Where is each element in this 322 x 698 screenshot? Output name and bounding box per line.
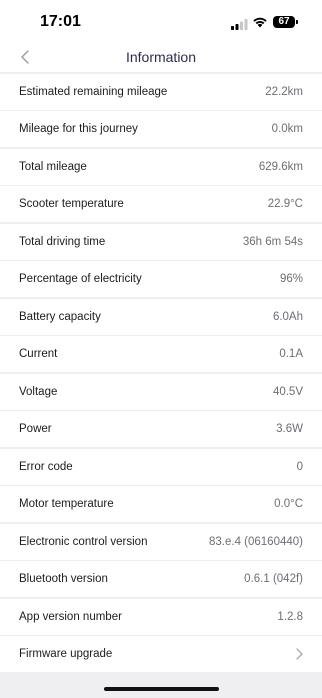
- row-label: Bluetooth version: [19, 573, 108, 585]
- row-total-driving-time: Total driving time 36h 6m 54s: [0, 223, 322, 260]
- info-list: Estimated remaining mileage 22.2km Milea…: [0, 72, 322, 672]
- battery-tip: [296, 20, 298, 24]
- row-total-mileage: Total mileage 629.6km: [0, 148, 322, 185]
- row-percentage-of-electricity: Percentage of electricity 96%: [0, 261, 322, 297]
- row-label: Estimated remaining mileage: [19, 85, 168, 98]
- wifi-icon: [252, 15, 268, 33]
- row-electronic-control-version: Electronic control version 83.e.4 (06160…: [0, 523, 322, 560]
- row-error-code: Error code 0: [0, 448, 322, 485]
- row-value: 83.e.4 (06160440): [209, 535, 303, 548]
- row-label: Error code: [19, 460, 73, 473]
- chevron-right-icon: [296, 648, 303, 660]
- row-label: Firmware upgrade: [19, 648, 113, 660]
- row-battery-capacity: Battery capacity 6.0Ah: [0, 298, 322, 335]
- home-indicator: [104, 687, 219, 691]
- row-value: 0.0km: [271, 123, 303, 135]
- row-value: 629.6km: [258, 160, 303, 173]
- row-label: Voltage: [19, 385, 58, 398]
- row-value: 3.6W: [276, 423, 303, 435]
- row-estimated-remaining-mileage: Estimated remaining mileage 22.2km: [0, 73, 322, 110]
- row-value: 40.5V: [272, 385, 303, 398]
- row-mileage-for-this-journey: Mileage for this journey 0.0km: [0, 111, 322, 147]
- row-voltage: Voltage 40.5V: [0, 373, 322, 410]
- row-value: 0: [296, 460, 303, 473]
- status-time: 17:01: [40, 13, 81, 30]
- page-title: Information: [125, 49, 197, 65]
- row-value: 0.0°C: [274, 498, 303, 510]
- row-firmware-upgrade[interactable]: Firmware upgrade: [0, 636, 322, 672]
- row-value: 0.1A: [279, 348, 303, 360]
- row-power: Power 3.6W: [0, 411, 322, 447]
- status-bar: 17:01 67: [0, 0, 322, 44]
- row-app-version-number: App version number 1.2.8: [0, 598, 322, 635]
- battery-icon: 67: [273, 16, 295, 28]
- row-value: 22.2km: [265, 85, 303, 98]
- row-value: 36h 6m 54s: [242, 235, 303, 248]
- row-label: Battery capacity: [19, 310, 101, 323]
- row-value: 6.0Ah: [272, 310, 303, 323]
- navigation-bar: Information: [0, 44, 322, 72]
- cellular-signal-icon: [231, 17, 248, 35]
- row-value: 0.6.1 (042f): [244, 573, 303, 585]
- row-label: Current: [19, 348, 58, 360]
- row-scooter-temperature: Scooter temperature 22.9°C: [0, 186, 322, 222]
- row-label: Scooter temperature: [19, 198, 124, 210]
- row-motor-temperature: Motor temperature 0.0°C: [0, 486, 322, 522]
- row-label: Power: [19, 423, 52, 435]
- row-label: Percentage of electricity: [19, 273, 142, 285]
- row-value: 1.2.8: [277, 610, 303, 623]
- row-label: Total mileage: [19, 160, 87, 173]
- row-value: 22.9°C: [267, 198, 303, 210]
- row-bluetooth-version: Bluetooth version 0.6.1 (042f): [0, 561, 322, 597]
- row-label: Electronic control version: [19, 535, 148, 548]
- row-label: Motor temperature: [19, 498, 114, 510]
- row-label: Total driving time: [19, 235, 106, 248]
- row-current: Current 0.1A: [0, 336, 322, 372]
- row-label: App version number: [19, 610, 122, 623]
- row-value: 96%: [279, 273, 303, 285]
- row-label: Mileage for this journey: [19, 123, 138, 135]
